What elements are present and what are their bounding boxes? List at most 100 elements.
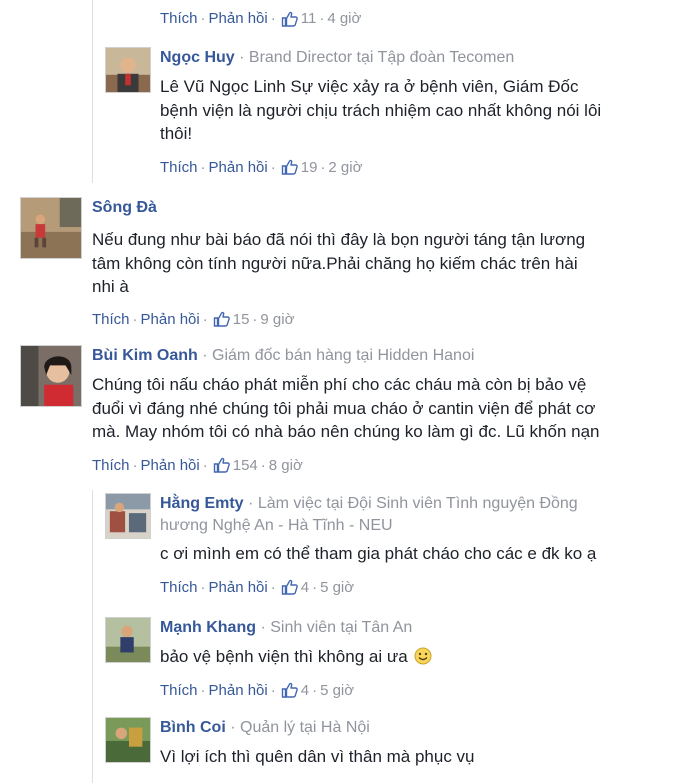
thumbs-up-icon <box>281 11 298 27</box>
commenter-name[interactable]: Mạnh Khang <box>160 619 256 636</box>
like-count: 154 <box>232 456 258 474</box>
like-count: 11 <box>300 10 317 27</box>
separator: · <box>270 681 276 699</box>
comment-line: Lê Vũ Ngọc Linh Sự việc xảy ra ở bệnh vi… <box>160 77 579 96</box>
comment-text: Nếu đung như bài báo đã nói thì đây là b… <box>92 228 585 299</box>
comment-time: 5 giờ <box>320 578 355 596</box>
separator: · <box>320 158 326 176</box>
reply-link[interactable]: Phản hồi <box>209 10 268 27</box>
thread-line-top <box>92 0 93 183</box>
commenter-info: Quản lý tại Hà Nội <box>240 719 370 736</box>
comment-text: Vì lợi ích thì quên dân vì thân mà phục … <box>160 745 475 769</box>
avatar-image <box>21 198 81 258</box>
separator: · <box>312 578 318 596</box>
comment-actions: Thích · Phản hồi · 15 · 9 giờ <box>92 311 585 328</box>
comment-line: c ơi mình em có thể tham gia phát cháo c… <box>160 544 597 563</box>
separator: · <box>202 310 208 328</box>
comment-line: Chúng tôi nấu cháo phát miễn phí cho các… <box>92 375 587 394</box>
thread-line-replies <box>92 490 93 783</box>
thumbs-up-icon <box>213 311 230 327</box>
comment-time: 5 giờ <box>320 681 355 699</box>
comment-time: 9 giờ <box>260 310 295 328</box>
separator: · <box>319 10 325 27</box>
comment-text: c ơi mình em có thể tham gia phát cháo c… <box>160 542 596 566</box>
comment-actions: Thích · Phản hồi · 154 · 8 giờ <box>92 457 600 474</box>
like-link[interactable]: Thích <box>92 311 130 328</box>
avatar[interactable] <box>20 197 82 259</box>
like-count: 19 <box>300 158 318 176</box>
comment-text: bảo vệ bệnh viện thì không ai ưa <box>160 645 432 669</box>
reply-link[interactable]: Phản hồi <box>209 682 268 699</box>
thumbs-up-icon <box>213 457 230 473</box>
avatar-image <box>106 494 150 538</box>
commenter-info: Giám đốc bán hàng tại Hidden Hanoi <box>212 347 475 364</box>
separator: · <box>260 456 266 474</box>
separator: · <box>270 158 276 176</box>
separator: · <box>270 578 276 596</box>
like-link[interactable]: Thích <box>92 457 130 474</box>
comment-line: Nếu đung như bài báo đã nói thì đây là b… <box>92 230 586 249</box>
comment-line: bảo vệ bệnh viện thì không ai ưa <box>160 647 408 666</box>
avatar-image <box>106 718 150 762</box>
comment-time: 2 giờ <box>328 158 363 176</box>
commenter-name[interactable]: Ngọc Huy <box>160 49 235 66</box>
avatar[interactable] <box>105 47 151 93</box>
comment-line: Vì lợi ích thì quên dân vì thân mà phục … <box>160 747 475 766</box>
thumbs-up-icon <box>281 682 298 698</box>
thumbs-up-icon <box>281 579 298 595</box>
like-link[interactable]: Thích <box>160 10 198 27</box>
commenter-info: Sinh viên tại Tân An <box>270 619 413 636</box>
comment-actions: Thích · Phản hồi · 19 · 2 giờ <box>160 159 601 176</box>
comment-actions: Thích · Phản hồi · 4 · 5 giờ <box>160 579 596 596</box>
like-count: 15 <box>232 310 250 328</box>
comment-line: mà. May nhóm tôi có nhà báo nên chúng ko… <box>92 422 600 441</box>
avatar[interactable] <box>20 345 82 407</box>
commenter-info-cont: hương Nghệ An - Hà Tĩnh - NEU <box>160 517 393 534</box>
comment-time: 4 giờ <box>327 10 362 27</box>
reply-link[interactable]: Phản hồi <box>141 311 200 328</box>
comment-time: 8 giờ <box>268 456 303 474</box>
comment-text: Lê Vũ Ngọc Linh Sự việc xảy ra ở bệnh vi… <box>160 75 601 146</box>
avatar[interactable] <box>105 717 151 763</box>
separator: · <box>200 578 206 596</box>
commenter-info: Brand Director tại Tập đoàn Tecomen <box>248 49 515 66</box>
avatar-image <box>106 48 150 92</box>
comment-text: Chúng tôi nấu cháo phát miễn phí cho các… <box>92 373 600 444</box>
like-count: 4 <box>300 681 310 699</box>
like-link[interactable]: Thích <box>160 579 198 596</box>
separator: · <box>200 681 206 699</box>
like-link[interactable]: Thích <box>160 159 198 176</box>
avatar[interactable] <box>105 617 151 663</box>
comment-actions-top: Thích · Phản hồi · 11 · 4 giờ <box>160 10 361 27</box>
separator: · <box>270 10 276 27</box>
separator: · <box>200 10 206 27</box>
reply-link[interactable]: Phản hồi <box>209 579 268 596</box>
comment-actions: Thích · Phản hồi · 4 · 5 giờ <box>160 682 432 699</box>
separator: · <box>252 310 258 328</box>
comment-line: bệnh viện là người chịu trách nhiệm cao … <box>160 100 602 120</box>
comment-line: đuổi vì đáng nhé chúng tôi phải mua cháo… <box>92 398 596 418</box>
separator: · <box>132 310 138 328</box>
commenter-name[interactable]: Sông Đà <box>92 199 157 216</box>
commenter-name[interactable]: Hằng Emty <box>160 495 244 512</box>
thumbs-up-icon <box>281 159 298 175</box>
avatar-image <box>106 618 150 662</box>
reply-link[interactable]: Phản hồi <box>141 457 200 474</box>
separator: · <box>202 456 208 474</box>
avatar[interactable] <box>105 493 151 539</box>
comment-line: tâm không còn tính người nữa.Phải chăng … <box>92 253 578 273</box>
comment-line: nhi à <box>92 277 129 296</box>
reply-link[interactable]: Phản hồi <box>209 159 268 176</box>
like-count: 4 <box>300 578 310 596</box>
like-link[interactable]: Thích <box>160 682 198 699</box>
comment-actions: Thích · Phản hồi · 11 · 4 giờ <box>160 10 361 27</box>
commenter-info: Làm việc tại Đội Sinh viên Tình nguyện Đ… <box>257 495 578 512</box>
commenter-name[interactable]: Bình Coi <box>160 719 226 736</box>
separator: · <box>200 158 206 176</box>
comment-line: thôi! <box>160 124 193 143</box>
separator: · <box>312 681 318 699</box>
avatar-image <box>21 346 81 406</box>
commenter-name[interactable]: Bùi Kim Oanh <box>92 347 198 364</box>
smile-emoji-icon <box>414 647 432 665</box>
separator: · <box>132 456 138 474</box>
